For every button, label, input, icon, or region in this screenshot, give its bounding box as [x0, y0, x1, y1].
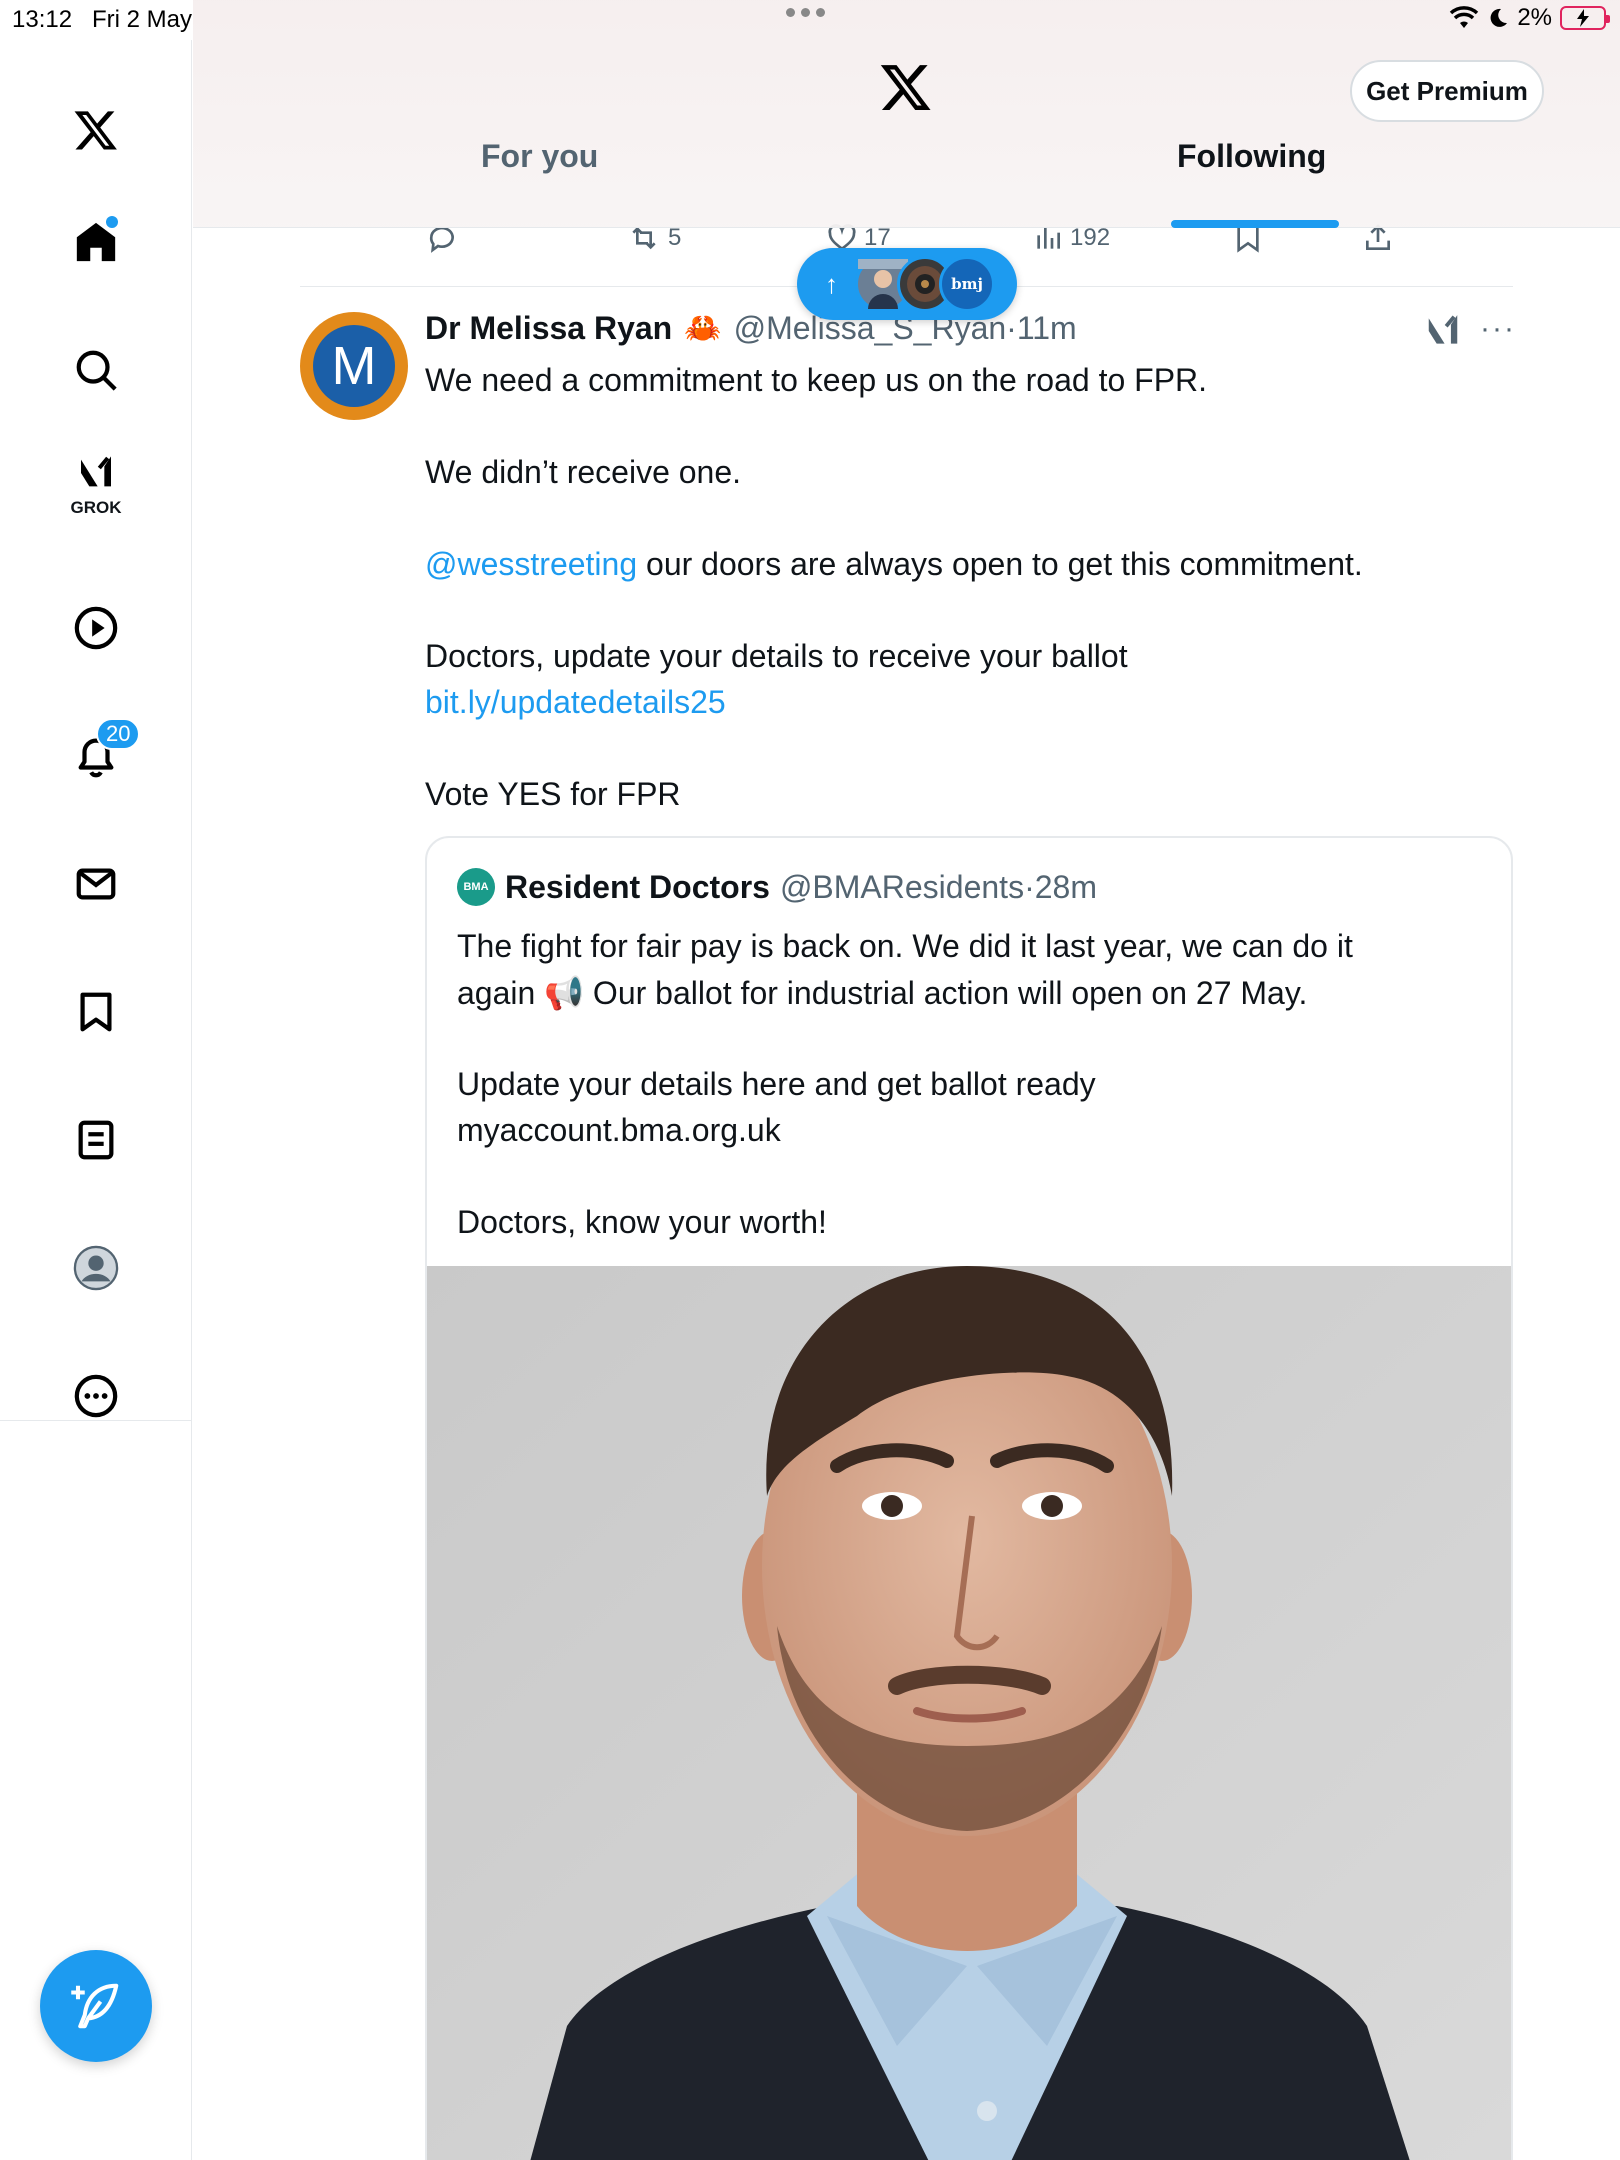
more-circle-icon — [74, 1374, 118, 1418]
tweet-text-line-2: We didn’t receive one. — [425, 454, 742, 490]
author-emoji: 🦀 — [684, 312, 722, 345]
x-logo[interactable] — [879, 60, 933, 119]
list-icon — [78, 1120, 114, 1160]
grok-label: GROK — [70, 498, 122, 517]
search-icon — [76, 350, 117, 391]
x-logo-nav[interactable] — [56, 90, 136, 170]
quoted-tweet-card[interactable]: BMA Resident Doctors @BMAResidents · 28m… — [425, 836, 1513, 2160]
more-options-icon[interactable]: ··· — [1480, 312, 1516, 346]
sidebar-item-home[interactable] — [56, 202, 136, 282]
tweet-text-line-5: Vote YES for FPR — [425, 776, 681, 812]
quote-text-line-4: myaccount.bma.org.uk — [457, 1112, 781, 1148]
quote-text-line-2: again 📢 Our ballot for industrial action… — [457, 975, 1308, 1011]
moon-icon — [1490, 8, 1508, 27]
battery-percent: 2% — [1517, 4, 1552, 31]
arrow-up-icon: ↑ — [825, 268, 838, 299]
tab-for-you[interactable]: For you — [481, 138, 598, 175]
sidebar-item-notifications[interactable]: 20 — [56, 716, 141, 796]
grok-icon — [81, 456, 111, 487]
tweet-time[interactable]: 11m — [1017, 310, 1077, 347]
multitasking-dots[interactable] — [786, 8, 825, 17]
sidebar: GROK 20 — [0, 40, 192, 2160]
sidebar-divider — [0, 1420, 192, 1421]
x-logo-icon — [74, 111, 117, 150]
battery-icon — [1560, 6, 1610, 30]
status-date: Fri 2 May — [92, 6, 193, 33]
sidebar-item-profile[interactable] — [56, 1228, 136, 1308]
sidebar-item-lists[interactable] — [56, 1100, 136, 1180]
repost-count: 5 — [668, 224, 682, 251]
quote-text-line-5: Doctors, know your worth! — [457, 1204, 827, 1240]
sidebar-item-more[interactable] — [56, 1356, 136, 1436]
quote-text-line-1: The fight for fair pay is back on. We di… — [457, 928, 1353, 964]
status-time: 13:12 — [12, 6, 73, 33]
bookmark-icon — [80, 992, 112, 1032]
views-count: 192 — [1070, 224, 1111, 251]
tweet-text-line-3-rest: our doors are always open to get this co… — [637, 546, 1363, 582]
quote-separator: · — [1024, 868, 1035, 905]
quote-avatar: BMA — [457, 868, 495, 906]
tweet-text-line-3: @wesstreeting our doors are always open … — [425, 546, 1363, 583]
home-unread-dot — [106, 216, 118, 228]
quote-text-line-3: Update your details here and get ballot … — [457, 1066, 1096, 1102]
x-logo-icon — [880, 65, 931, 110]
mail-icon — [76, 868, 116, 900]
tweet-text-line-4: Doctors, update your details to receive … — [425, 638, 1128, 674]
status-right: 2% — [1449, 4, 1610, 32]
tab-following[interactable]: Following — [1177, 138, 1326, 175]
author-name[interactable]: Dr Melissa Ryan — [425, 310, 672, 347]
quote-author-line: BMA Resident Doctors @BMAResidents · 28m — [457, 868, 1097, 906]
quote-time: 28m — [1034, 868, 1097, 905]
sidebar-item-video[interactable] — [56, 588, 136, 668]
grok-icon — [1428, 315, 1458, 344]
get-premium-button[interactable]: Get Premium — [1350, 60, 1544, 122]
compose-button[interactable] — [40, 1950, 152, 2062]
quote-author-name: Resident Doctors — [505, 868, 770, 905]
profile-avatar-icon — [73, 1245, 119, 1291]
compose-feather-icon — [71, 1983, 119, 2029]
sidebar-item-bookmarks[interactable] — [56, 972, 136, 1052]
tweet-link[interactable]: bit.ly/updatedetails25 — [425, 684, 726, 721]
status-bar: 13:12 Fri 2 May 2% — [0, 0, 1620, 40]
quote-handle: @BMAResidents — [779, 868, 1025, 905]
avatar-letter: M — [313, 325, 395, 407]
sidebar-item-messages[interactable] — [56, 844, 136, 924]
new-posts-pill[interactable]: ↑ bmj — [797, 248, 1017, 320]
sidebar-item-grok[interactable]: GROK — [56, 442, 136, 522]
man-portrait-image — [427, 1266, 1511, 2160]
grok-explain-button[interactable] — [1424, 312, 1462, 355]
active-tab-indicator — [1171, 220, 1339, 228]
notifications-badge: 20 — [96, 718, 141, 750]
pill-avatar-3: bmj — [939, 256, 995, 312]
author-avatar[interactable]: M — [300, 312, 408, 420]
mention-link[interactable]: @wesstreeting — [425, 546, 637, 582]
meta-separator: · — [1006, 310, 1017, 346]
play-icon — [74, 606, 118, 650]
tweet-text-line-1: We need a commitment to keep us on the r… — [425, 362, 1208, 398]
quote-media-image[interactable] — [427, 1266, 1511, 2160]
sidebar-item-explore[interactable] — [56, 330, 136, 410]
wifi-icon — [1450, 6, 1479, 28]
